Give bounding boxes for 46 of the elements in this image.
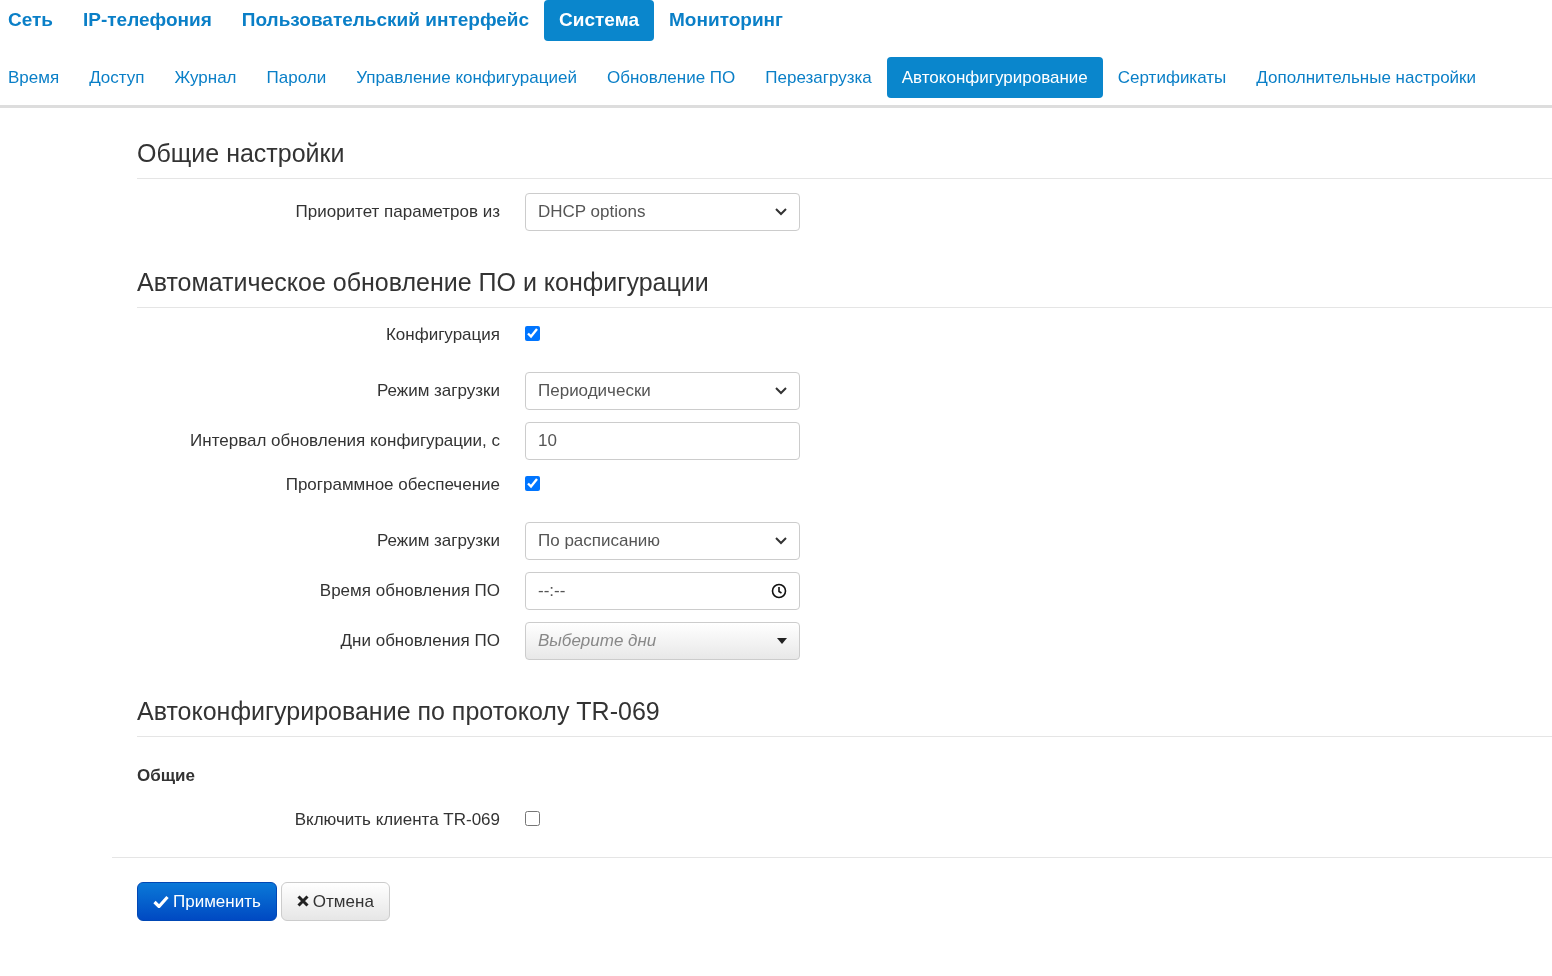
main-tab[interactable]: IP-телефония (68, 0, 227, 41)
field-label: Программное обеспечение (284, 474, 500, 496)
sub-tab[interactable]: Управление конфигурацией (341, 56, 592, 98)
main-tab[interactable]: Пользовательский интерфейс (226, 0, 545, 41)
cancel-button[interactable]: Отмена (280, 881, 390, 921)
select-field[interactable]: По расписанию (525, 522, 800, 560)
checkbox[interactable] (525, 476, 540, 491)
chevron-icon (775, 537, 787, 545)
sub-tab[interactable]: Сертификаты (1102, 56, 1242, 98)
apply-button[interactable]: Применить (137, 881, 277, 921)
field-label: Приоритет параметров из (294, 201, 500, 224)
subsection-heading: Общие (137, 765, 196, 787)
caret-icon (777, 638, 787, 644)
field-label: Время обновления ПО (318, 580, 500, 603)
sub-tab[interactable]: Автоконфигурирование (886, 56, 1103, 98)
chevron-icon (775, 387, 787, 395)
checkmark-icon (153, 894, 169, 908)
sub-tab[interactable]: Обновление ПО (591, 56, 751, 98)
sub-tab[interactable]: Доступ (74, 56, 160, 98)
main-tab[interactable]: Мониторинг (654, 0, 798, 41)
close-icon (296, 895, 309, 908)
field-label: Дни обновления ПО (339, 630, 500, 653)
sub-tab[interactable]: Журнал (159, 56, 252, 98)
select-field[interactable]: Периодически (525, 372, 800, 410)
field-label: Интервал обновления конфигурации, с (189, 430, 500, 453)
section-heading: Автоконфигурирование по протоколу TR-069 (137, 696, 1552, 737)
time-field[interactable]: --:-- (525, 572, 800, 610)
sub-tab[interactable]: Перезагрузка (750, 56, 887, 98)
checkbox[interactable] (525, 810, 540, 826)
main-tab[interactable]: Система (544, 0, 655, 41)
sub-tab[interactable]: Пароли (251, 56, 342, 98)
section-heading: Автоматическое обновление ПО и конфигурации (137, 267, 1552, 308)
multiselect-field[interactable]: Выберите дни (525, 622, 800, 660)
main-tab[interactable]: Сеть (0, 0, 69, 41)
section-heading: Общие настройки (137, 138, 1552, 179)
field-label: Конфигурация (384, 324, 500, 346)
select-field[interactable]: DHCP options (525, 193, 800, 231)
field-label: Режим загрузки (375, 380, 500, 403)
field-label: Режим загрузки (375, 530, 500, 553)
field-label: Включить клиента TR-069 (293, 808, 500, 831)
sub-tab[interactable]: Время (0, 56, 75, 98)
checkbox[interactable] (525, 326, 540, 341)
chevron-icon (775, 208, 787, 216)
input-field[interactable]: 10 (525, 422, 800, 460)
sub-tab[interactable]: Дополнительные настройки (1241, 56, 1492, 98)
clock-icon (771, 583, 787, 599)
